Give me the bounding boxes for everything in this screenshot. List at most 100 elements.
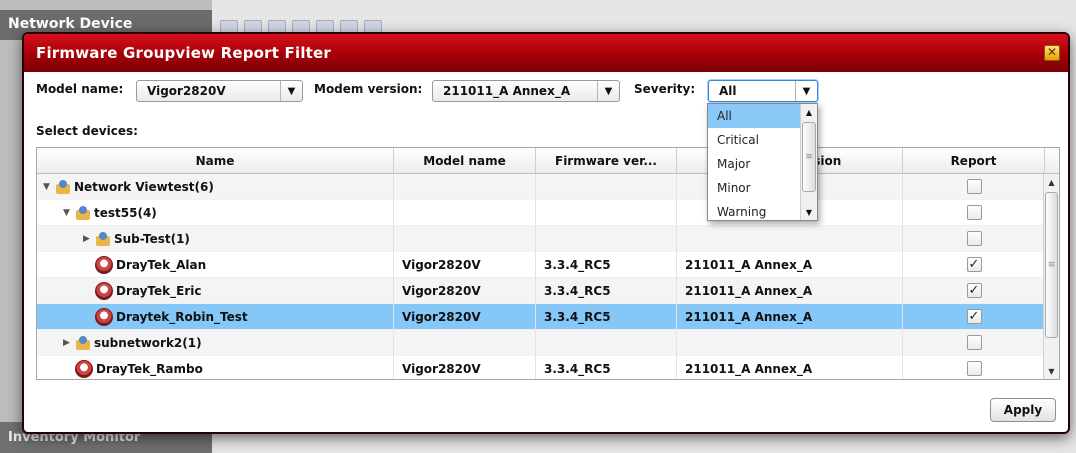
severity-option[interactable]: All	[708, 104, 800, 128]
collapse-icon[interactable]: ▼	[63, 208, 75, 218]
modem-cell: 211011_A Annex_A	[677, 303, 903, 330]
device-name: Sub-Test(1)	[114, 231, 190, 246]
model-name-label: Model name:	[36, 82, 124, 96]
chevron-down-icon[interactable]: ▼	[280, 81, 302, 101]
scroll-up-icon[interactable]: ▲	[802, 104, 816, 120]
select-devices-label: Select devices:	[36, 124, 138, 138]
name-cell: DrayTek_Eric	[37, 277, 394, 304]
model-cell: Vigor2820V	[394, 355, 536, 379]
model-cell	[394, 329, 536, 356]
chevron-down-icon[interactable]: ▼	[795, 81, 817, 101]
firmware-cell: 3.3.4_RC5	[536, 303, 677, 330]
device-name: DrayTek_Alan	[116, 257, 207, 272]
chevron-down-icon[interactable]: ▼	[597, 81, 619, 101]
expand-icon[interactable]: ▶	[63, 338, 75, 348]
report-checkbox[interactable]	[966, 335, 982, 350]
model-name-value: Vigor2820V	[147, 84, 226, 98]
apply-button[interactable]: Apply	[990, 398, 1056, 422]
report-cell	[903, 174, 1045, 200]
severity-option[interactable]: Critical	[708, 128, 800, 152]
table-scrollbar[interactable]: ▲ ≡ ▼	[1043, 174, 1059, 379]
name-cell: ▶ subnetwork2(1)	[37, 329, 394, 356]
table-row[interactable]: ▼ Network Viewtest(6)	[37, 173, 1045, 200]
dialog-titlebar: Firmware Groupview Report Filter ✕	[24, 34, 1068, 72]
firmware-cell: 3.3.4_RC5	[536, 355, 677, 379]
model-cell: Vigor2820V	[394, 251, 536, 278]
router-icon	[95, 281, 113, 300]
scroll-down-icon[interactable]: ▼	[1045, 363, 1058, 379]
report-checkbox[interactable]	[966, 179, 982, 194]
firmware-cell: 3.3.4_RC5	[536, 251, 677, 278]
report-cell: ✓	[903, 252, 1045, 278]
modem-version-label: Modem version:	[314, 82, 423, 96]
table-row[interactable]: Draytek_Robin_Test Vigor2820V 3.3.4_RC5 211…	[37, 303, 1045, 330]
scroll-thumb[interactable]: ≡	[802, 122, 816, 192]
model-cell	[394, 199, 536, 226]
firmware-cell	[536, 173, 677, 200]
table-header: Name Model name Firmware ver... Modem ve…	[37, 148, 1059, 174]
column-header-name[interactable]: Name	[37, 148, 394, 173]
name-cell: DrayTek_Rambo	[37, 355, 394, 379]
table-row[interactable]: DrayTek_Rambo Vigor2820V 3.3.4_RC5 211011_A…	[37, 355, 1045, 379]
table-row[interactable]: ▼ test55(4)	[37, 199, 1045, 226]
modem-version-value: 211011_A Annex_A	[443, 84, 571, 98]
report-cell: ✓	[903, 278, 1045, 304]
report-cell	[903, 226, 1045, 252]
group-icon	[75, 335, 91, 350]
modem-cell: 211011_A Annex_A	[677, 277, 903, 304]
expand-icon[interactable]: ▶	[83, 234, 95, 244]
table-row[interactable]: ▶ subnetwork2(1)	[37, 329, 1045, 356]
group-icon	[95, 231, 111, 246]
scroll-up-icon[interactable]: ▲	[1045, 174, 1058, 190]
device-name: DrayTek_Rambo	[96, 361, 203, 376]
firmware-cell: 3.3.4_RC5	[536, 277, 677, 304]
column-header-firmware[interactable]: Firmware ver...	[536, 148, 677, 173]
router-icon	[75, 359, 93, 378]
report-cell	[903, 330, 1045, 356]
table-row[interactable]: DrayTek_Eric Vigor2820V 3.3.4_RC5 211011_A …	[37, 277, 1045, 304]
device-name: Network Viewtest(6)	[74, 179, 214, 194]
modem-cell: 211011_A Annex_A	[677, 251, 903, 278]
dropdown-scrollbar[interactable]: ▲ ≡ ▼	[800, 104, 817, 220]
model-cell	[394, 225, 536, 252]
firmware-cell	[536, 329, 677, 356]
filter-bar: Model name: Vigor2820V ▼ Modem version: …	[36, 80, 1056, 106]
firmware-cell	[536, 225, 677, 252]
scroll-down-icon[interactable]: ▼	[802, 204, 816, 220]
model-cell: Vigor2820V	[394, 277, 536, 304]
collapse-icon[interactable]: ▼	[43, 182, 55, 192]
severity-option[interactable]: Minor	[708, 176, 800, 200]
modem-version-select[interactable]: 211011_A Annex_A ▼	[432, 80, 620, 102]
table-row[interactable]: ▶ Sub-Test(1)	[37, 225, 1045, 252]
name-cell: ▼ test55(4)	[37, 199, 394, 226]
report-checkbox[interactable]	[966, 231, 982, 246]
name-cell: DrayTek_Alan	[37, 251, 394, 278]
name-cell: ▼ Network Viewtest(6)	[37, 173, 394, 200]
firmware-report-filter-dialog: Firmware Groupview Report Filter ✕ Model…	[22, 32, 1070, 434]
close-icon[interactable]: ✕	[1044, 45, 1060, 61]
group-icon	[55, 179, 71, 194]
scroll-thumb[interactable]: ≡	[1045, 192, 1058, 338]
modem-cell	[677, 329, 903, 356]
report-checkbox[interactable]: ✓	[966, 309, 982, 324]
report-checkbox[interactable]	[966, 205, 982, 220]
firmware-cell	[536, 199, 677, 226]
table-row[interactable]: DrayTek_Alan Vigor2820V 3.3.4_RC5 211011_A …	[37, 251, 1045, 278]
report-checkbox[interactable]: ✓	[966, 257, 982, 272]
report-checkbox[interactable]: ✓	[966, 283, 982, 298]
report-cell	[903, 200, 1045, 226]
model-name-select[interactable]: Vigor2820V ▼	[136, 80, 303, 102]
severity-value: All	[719, 84, 737, 98]
severity-option[interactable]: Major	[708, 152, 800, 176]
model-cell: Vigor2820V	[394, 303, 536, 330]
device-name: DrayTek_Eric	[116, 283, 202, 298]
report-cell: ✓	[903, 304, 1045, 330]
report-checkbox[interactable]	[966, 361, 982, 376]
device-name: subnetwork2(1)	[94, 335, 202, 350]
severity-dropdown-list: All Critical Major Minor Warning ▲ ≡ ▼	[707, 103, 818, 221]
severity-select[interactable]: All ▼	[708, 80, 818, 102]
model-cell	[394, 173, 536, 200]
severity-option[interactable]: Warning	[708, 200, 800, 224]
column-header-report[interactable]: Report	[903, 148, 1045, 173]
column-header-model[interactable]: Model name	[394, 148, 536, 173]
